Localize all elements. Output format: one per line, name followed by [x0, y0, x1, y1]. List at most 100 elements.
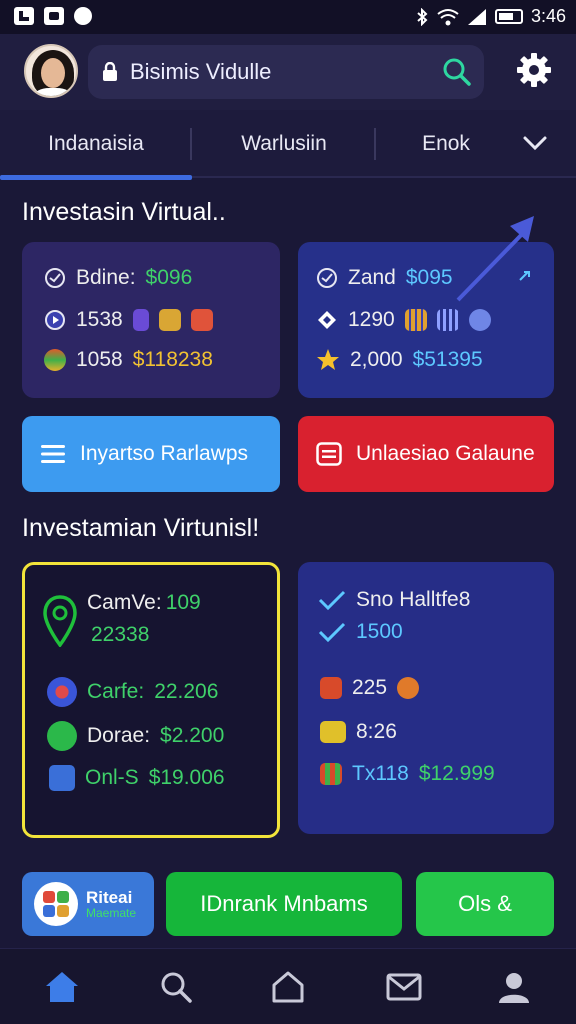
card-row: Onl-S $19.006 — [49, 765, 225, 791]
grid-tile-icon — [320, 763, 342, 785]
media-notification-icon — [44, 7, 64, 25]
row-label: Sno Halltfe8 — [356, 588, 471, 611]
list-box-icon — [316, 442, 342, 466]
summary-card[interactable]: Sno Halltfe8 1500 225 8:26 Tx118 $12.999 — [298, 562, 554, 834]
secondary-cta-button[interactable]: Ols & — [416, 872, 554, 936]
row-value: $095 — [405, 266, 453, 289]
primary-action-button[interactable]: Inyartso Rarlawps — [22, 416, 280, 492]
checkmark-icon — [318, 622, 346, 643]
nav-messages[interactable] — [384, 967, 424, 1007]
card-row: 225 — [320, 676, 420, 700]
shield-check-icon — [45, 268, 65, 288]
gift-icon — [190, 309, 213, 331]
row-value: $096 — [145, 266, 193, 289]
house-outline-icon — [272, 971, 304, 1003]
head-value: 109 — [165, 591, 201, 614]
search-icon[interactable] — [442, 57, 472, 87]
diamond-icon — [318, 311, 336, 329]
row-label: Zand — [348, 266, 396, 289]
leaf-badge-icon — [47, 721, 77, 751]
bottom-navigation — [0, 948, 576, 1024]
card-row: 8:26 — [320, 720, 397, 744]
primary-cta-button[interactable]: IDnrank Mnbams — [166, 872, 402, 936]
button-label: IDnrank Mnbams — [200, 891, 368, 916]
battery-icon — [494, 9, 523, 24]
clock-time: 3:46 — [530, 6, 566, 26]
tab-indanaisia[interactable]: Indanaisia — [0, 110, 192, 180]
row-label: Tx118 — [352, 762, 409, 785]
check-circle-icon — [317, 268, 337, 288]
row-label: Dorae: — [87, 724, 151, 747]
notification-icons — [14, 7, 92, 25]
tab-label: Warlusiin — [241, 132, 327, 155]
search-icon — [161, 972, 192, 1003]
secondary-action-button[interactable]: Unlaesiao Galaune — [298, 416, 554, 492]
tab-warlusiin[interactable]: Warlusiin — [192, 110, 376, 178]
row-label: Bdine: — [76, 266, 136, 289]
head-sub-value: 22338 — [91, 623, 150, 646]
card-row: Dorae: $2.200 — [47, 721, 224, 751]
search-input[interactable]: Bisimis Vidulle — [130, 59, 271, 85]
tab-bar: Indanaisia Warlusiin Enok — [0, 110, 576, 180]
mail-icon — [386, 973, 422, 1001]
flame-icon — [397, 677, 420, 699]
tab-label: Enok — [422, 132, 470, 155]
nav-home[interactable] — [42, 967, 82, 1007]
row-label: 1290 — [348, 308, 395, 331]
row-label: 1500 — [356, 620, 403, 643]
dollar-glyph-icon — [132, 309, 149, 331]
coins-stack-icon — [44, 349, 66, 371]
row-label: 2,000 — [350, 348, 403, 371]
avatar[interactable] — [24, 44, 78, 98]
row-value: $2.200 — [160, 724, 225, 747]
star-icon — [317, 349, 339, 370]
card-row: Sno Halltfe8 — [318, 588, 470, 612]
app-shortcut-button[interactable]: Riteai Maemate — [22, 872, 154, 936]
head-label: CamVe: — [87, 591, 162, 614]
section-title-virtual: Investasin Virtual.. — [22, 198, 226, 226]
link-icon — [519, 271, 530, 281]
balance-card-right[interactable]: Zand $095 1290 2,000 $51395 — [298, 216, 554, 398]
menu-lines-icon — [41, 445, 65, 463]
lock-icon — [103, 62, 117, 81]
document-icon — [49, 765, 75, 791]
balance-card-left[interactable]: Bdine: $096 1538 1058 $118238 — [22, 242, 280, 398]
button-label: Inyartso Rarlawps — [80, 442, 249, 465]
padlock-icon — [320, 721, 346, 743]
status-bar: 3:46 — [0, 0, 576, 34]
gear-icon[interactable] — [516, 52, 552, 88]
button-label: Ols & — [458, 891, 512, 916]
card-row: 1058 $118238 — [44, 348, 213, 372]
red-tile-icon — [320, 677, 342, 699]
row-value: $51395 — [412, 348, 483, 371]
nav-house[interactable] — [268, 967, 308, 1007]
card-row: 1290 — [316, 308, 491, 332]
home-icon — [46, 972, 78, 1002]
card-row: 1500 — [318, 620, 403, 644]
bluetooth-icon — [417, 7, 428, 26]
section-title-virtunisl: Investamian Virtunisl! — [22, 514, 260, 542]
row-label: 1058 — [76, 348, 123, 371]
card-row: Zand $095 — [316, 266, 453, 290]
chevron-down-icon[interactable] — [522, 130, 548, 156]
checkmark-icon — [318, 590, 346, 611]
card-head-row: CamVe: 109 — [87, 591, 201, 615]
row-label: 8:26 — [356, 720, 397, 743]
tab-label: Indanaisia — [48, 132, 144, 155]
row-label: 225 — [352, 676, 388, 699]
nav-profile[interactable] — [494, 967, 534, 1007]
row-value: $118238 — [132, 348, 213, 371]
card-head-sub: 22338 — [91, 623, 149, 647]
card-row: Carfe: 22.206 — [47, 677, 218, 707]
tab-enok[interactable]: Enok — [376, 110, 516, 178]
nav-search[interactable] — [156, 967, 196, 1007]
trend-arrow-icon — [456, 216, 534, 302]
chart-tile-icon — [158, 309, 181, 331]
search-bar[interactable]: Bisimis Vidulle — [88, 45, 484, 99]
user-icon — [499, 973, 529, 1003]
signal-icon — [467, 8, 486, 25]
app-label-bottom: Maemate — [86, 905, 137, 920]
row-label: Carfe: — [87, 680, 145, 703]
highlighted-investment-card[interactable]: CamVe: 109 22338 Carfe: 22.206 Dorae: $2… — [22, 562, 280, 838]
button-label: Unlaesiao Galaune — [356, 442, 535, 465]
